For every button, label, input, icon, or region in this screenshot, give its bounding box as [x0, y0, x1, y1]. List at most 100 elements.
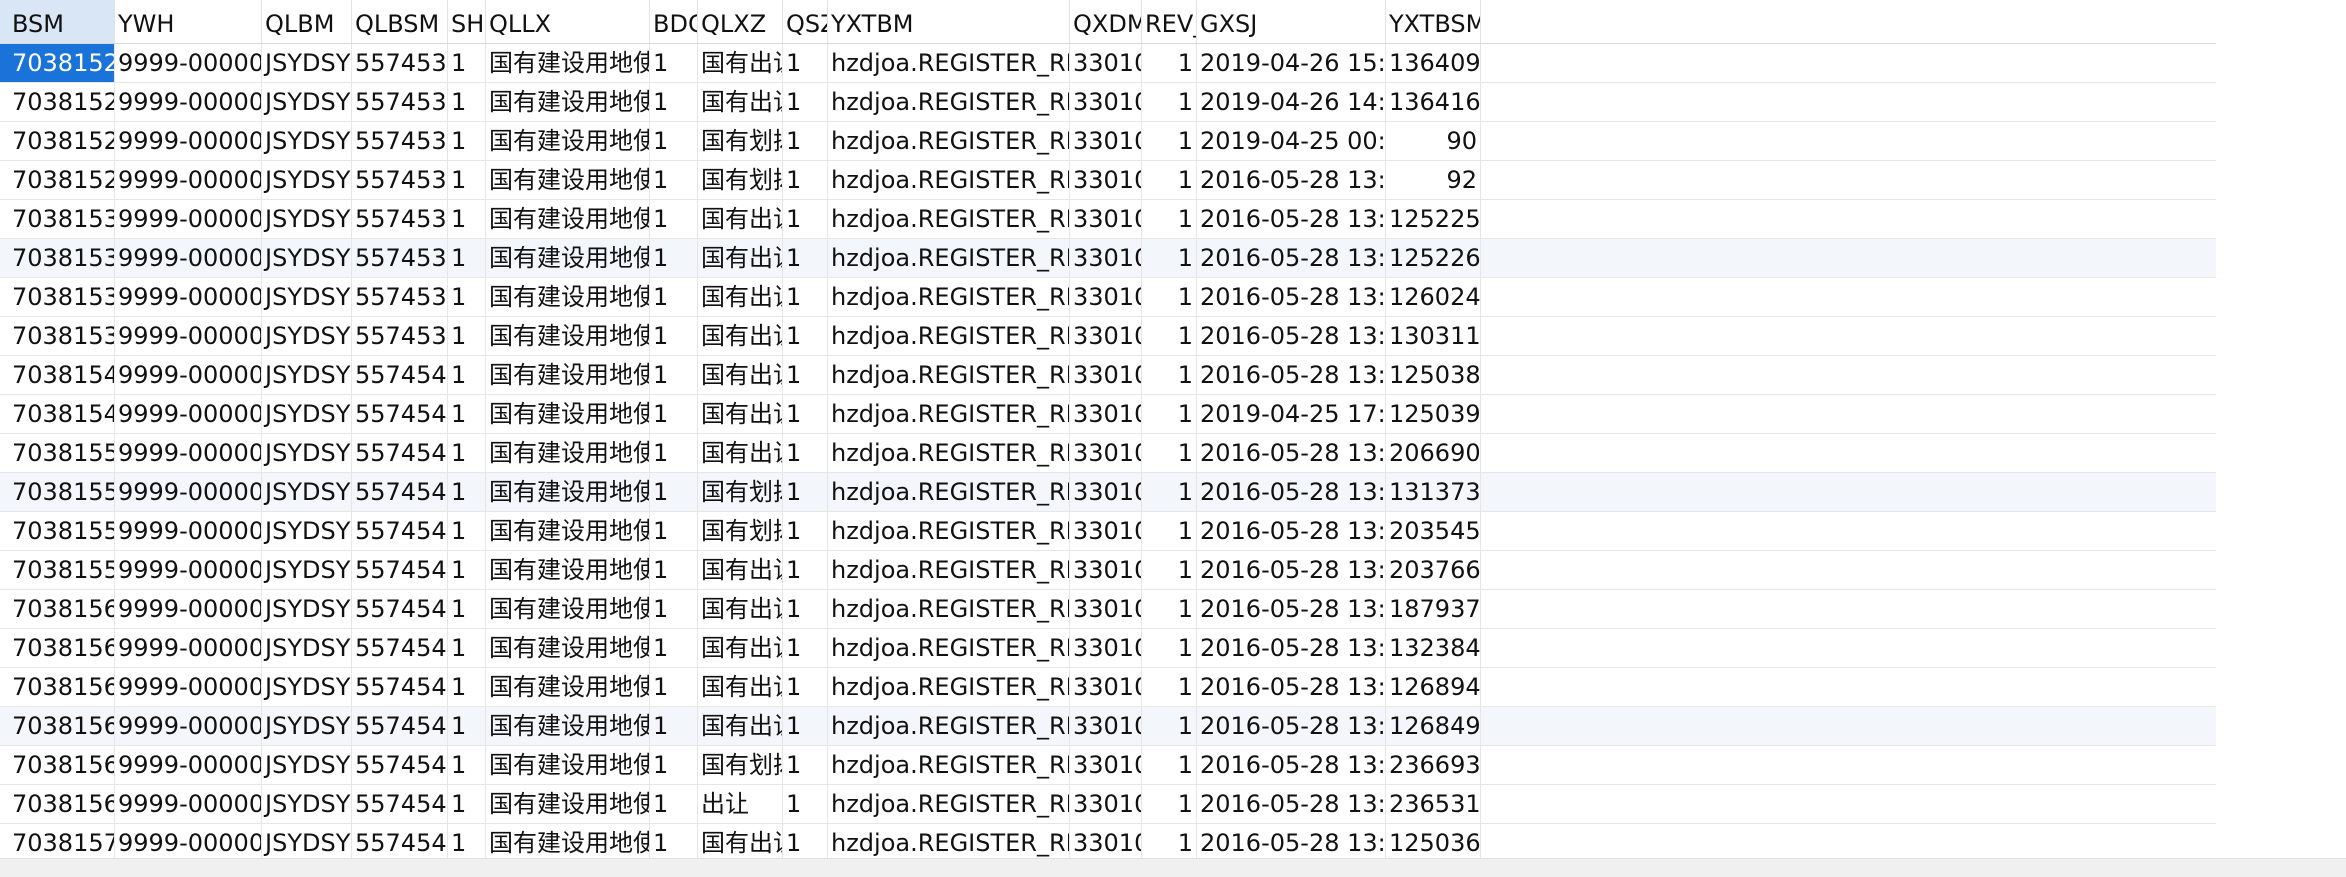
cell-yxtbsm[interactable]: 92 [1386, 161, 1481, 199]
cell-bsm[interactable]: 70381528 [0, 122, 115, 160]
cell-yxtbm[interactable]: hzdjoa.REGISTER_RIGHT_INFO [828, 83, 1070, 121]
column-header-shlx[interactable]: SHLX [448, 0, 486, 43]
cell-qlbm[interactable]: JSYDSYQ [262, 278, 352, 316]
cell-bsm[interactable]: 70381532 [0, 239, 115, 277]
cell-yxtbm[interactable]: hzdjoa.REGISTER_RIGHT_INFO [828, 824, 1070, 862]
cell-bdclx[interactable]: 1 [650, 161, 698, 199]
cell-qllx[interactable]: 国有建设用地使用权 [486, 824, 650, 862]
cell-rev[interactable]: 1 [1142, 434, 1197, 472]
cell-ywh[interactable]: 9999-00000799 [115, 746, 262, 784]
cell-ywh[interactable]: 9999-00000738 [115, 44, 262, 82]
cell-gxsj[interactable]: 2016-05-28 13:00:23 [1197, 239, 1386, 277]
cell-qllx[interactable]: 国有建设用地使用权 [486, 83, 650, 121]
cell-shlx[interactable]: 1 [448, 512, 486, 550]
cell-shlx[interactable]: 1 [448, 83, 486, 121]
cell-qlbsm[interactable]: 55745381 [352, 83, 448, 121]
cell-qlbsm[interactable]: 55745410 [352, 473, 448, 511]
cell-qlxz[interactable]: 国有出让 [698, 590, 783, 628]
cell-qlbm[interactable]: JSYDSYQ [262, 239, 352, 277]
cell-qlbsm[interactable]: 55745420 [352, 629, 448, 667]
cell-qlbsm[interactable]: 55745417 [352, 551, 448, 589]
cell-rev[interactable]: 1 [1142, 122, 1197, 160]
cell-qlbsm[interactable]: 55745422 [352, 707, 448, 745]
cell-bsm[interactable]: 70381558 [0, 551, 115, 589]
column-header-qlbsm[interactable]: QLBSM [352, 0, 448, 43]
cell-gxsj[interactable]: 2016-05-28 13:00:23 [1197, 317, 1386, 355]
cell-ywh[interactable]: 9999-00000774 [115, 356, 262, 394]
cell-bdclx[interactable]: 1 [650, 122, 698, 160]
cell-bsm[interactable]: 70381539 [0, 317, 115, 355]
cell-qxdm[interactable]: 330100 [1070, 473, 1142, 511]
cell-shlx[interactable]: 1 [448, 122, 486, 160]
cell-qlbm[interactable]: JSYDSYQ [262, 122, 352, 160]
cell-qszt[interactable]: 1 [783, 512, 828, 550]
cell-qlbsm[interactable]: 55745416 [352, 512, 448, 550]
cell-qszt[interactable]: 1 [783, 239, 828, 277]
cell-yxtbsm[interactable]: 130311 [1386, 317, 1481, 355]
cell-yxtbsm[interactable]: 236693 [1386, 746, 1481, 784]
cell-bdclx[interactable]: 1 [650, 434, 698, 472]
cell-ywh[interactable]: 9999-00000804 [115, 785, 262, 823]
cell-qszt[interactable]: 1 [783, 785, 828, 823]
cell-ywh[interactable]: 9999-00000795 [115, 668, 262, 706]
cell-ywh[interactable]: 9999-00000761 [115, 278, 262, 316]
cell-ywh[interactable]: 9999-00000790 [115, 512, 262, 550]
cell-qlbm[interactable]: JSYDSYQ [262, 200, 352, 238]
cell-qszt[interactable]: 1 [783, 200, 828, 238]
column-header-yxtbm[interactable]: YXTBM [828, 0, 1070, 43]
cell-qlbm[interactable]: JSYDSYQ [262, 161, 352, 199]
column-header-qszt[interactable]: QSZT [783, 0, 828, 43]
cell-qllx[interactable]: 国有建设用地使用权 [486, 434, 650, 472]
cell-gxsj[interactable]: 2016-05-28 13:00:23 [1197, 746, 1386, 784]
table-row[interactable]: 703815289999-00000747JSYDSYQ557453861国有建… [0, 122, 2216, 161]
cell-qxdm[interactable]: 330100 [1070, 512, 1142, 550]
cell-bsm[interactable]: 70381551 [0, 473, 115, 511]
cell-bdclx[interactable]: 1 [650, 44, 698, 82]
cell-bdclx[interactable]: 1 [650, 590, 698, 628]
table-row[interactable]: 703815229999-00000738JSYDSYQ557453801国有建… [0, 44, 2216, 83]
cell-bdclx[interactable]: 1 [650, 824, 698, 862]
cell-yxtbsm[interactable]: 125038 [1386, 356, 1481, 394]
cell-qlbm[interactable]: JSYDSYQ [262, 824, 352, 862]
cell-bdclx[interactable]: 1 [650, 707, 698, 745]
cell-qllx[interactable]: 国有建设用地使用权 [486, 44, 650, 82]
column-header-yxtbsm[interactable]: YXTBSM [1386, 0, 1481, 43]
cell-bdclx[interactable]: 1 [650, 278, 698, 316]
cell-rev[interactable]: 1 [1142, 746, 1197, 784]
cell-qlbsm[interactable]: 55745404 [352, 395, 448, 433]
cell-bsm[interactable]: 70381545 [0, 356, 115, 394]
cell-gxsj[interactable]: 2016-05-28 13:00:23 [1197, 785, 1386, 823]
table-row[interactable]: 703815509999-00000782JSYDSYQ557454091国有建… [0, 434, 2216, 473]
cell-yxtbsm[interactable]: 206690 [1386, 434, 1481, 472]
cell-qlxz[interactable]: 国有出让 [698, 395, 783, 433]
table-row[interactable]: 703815639999-00000796JSYDSYQ557454221国有建… [0, 707, 2216, 746]
column-header-rev[interactable]: REV_ [1142, 0, 1197, 43]
cell-qxdm[interactable]: 330100 [1070, 278, 1142, 316]
cell-shlx[interactable]: 1 [448, 590, 486, 628]
cell-qlbm[interactable]: JSYDSYQ [262, 785, 352, 823]
cell-qlbsm[interactable]: 55745387 [352, 161, 448, 199]
cell-qxdm[interactable]: 330100 [1070, 200, 1142, 238]
cell-qllx[interactable]: 国有建设用地使用权 [486, 161, 650, 199]
cell-rev[interactable]: 1 [1142, 551, 1197, 589]
cell-qxdm[interactable]: 330100 [1070, 44, 1142, 82]
cell-qlxz[interactable]: 国有出让 [698, 551, 783, 589]
cell-qlbsm[interactable]: 55745419 [352, 590, 448, 628]
cell-qlxz[interactable]: 国有出让 [698, 83, 783, 121]
cell-rev[interactable]: 1 [1142, 590, 1197, 628]
cell-yxtbsm[interactable]: 136416 [1386, 83, 1481, 121]
cell-rev[interactable]: 1 [1142, 707, 1197, 745]
cell-qlbsm[interactable]: 55745389 [352, 200, 448, 238]
cell-qxdm[interactable]: 330100 [1070, 161, 1142, 199]
cell-yxtbm[interactable]: hzdjoa.REGISTER_RIGHT_INFO [828, 395, 1070, 433]
cell-gxsj[interactable]: 2019-04-25 17:22:59 [1197, 395, 1386, 433]
cell-rev[interactable]: 1 [1142, 239, 1197, 277]
cell-qlxz[interactable]: 国有出让 [698, 317, 783, 355]
cell-qlbm[interactable]: JSYDSYQ [262, 668, 352, 706]
cell-qllx[interactable]: 国有建设用地使用权 [486, 785, 650, 823]
cell-ywh[interactable]: 9999-00000783 [115, 473, 262, 511]
cell-shlx[interactable]: 1 [448, 551, 486, 589]
cell-qlxz[interactable]: 国有划拨 [698, 122, 783, 160]
cell-yxtbsm[interactable]: 203545 [1386, 512, 1481, 550]
cell-yxtbm[interactable]: hzdjoa.REGISTER_RIGHT_INFO [828, 122, 1070, 160]
